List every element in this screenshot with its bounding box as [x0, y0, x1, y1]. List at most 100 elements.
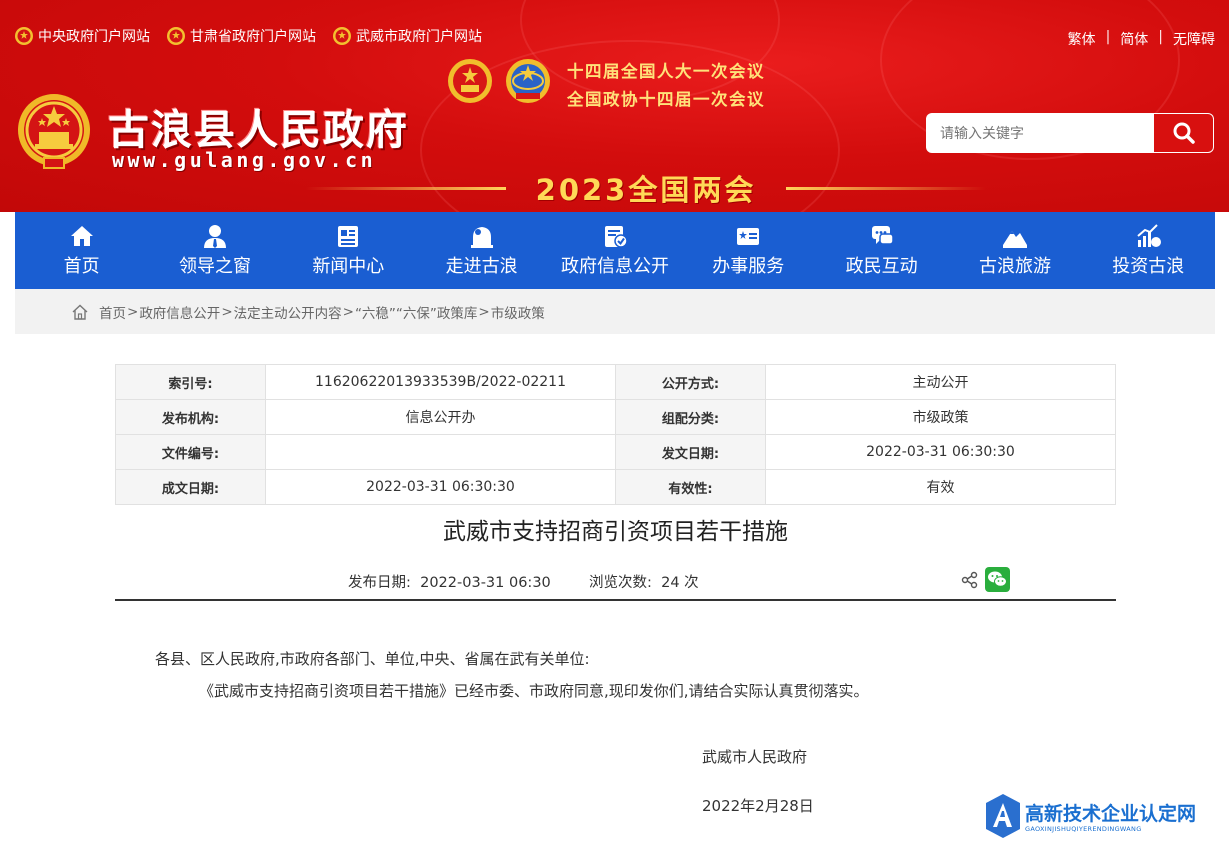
nav-item-investment[interactable]: 投资古浪 [1082, 212, 1215, 289]
nav-label: 领导之窗 [178, 256, 251, 277]
meeting-line-cppcc: 全国政协十四届一次会议 [567, 90, 765, 109]
watermark-main: 高新技术企业认定网 [1025, 803, 1197, 825]
signature-org: 武威市人民政府 [702, 748, 808, 766]
divider-line [306, 186, 506, 190]
site-title[interactable]: 古浪县人民政府 [108, 96, 409, 156]
meta-value: 有效 [765, 469, 1116, 505]
search-button[interactable] [1154, 113, 1214, 153]
newspaper-icon [338, 226, 359, 247]
npc-emblem-icon [448, 59, 492, 103]
wechat-icon[interactable] [985, 567, 1010, 592]
home-icon [70, 226, 93, 246]
toplink-wuwei-gov[interactable]: 武威市政府门户网站 [332, 26, 482, 46]
lianghui-text: 2023全国两会 [535, 173, 757, 207]
nav-item-about-gulang[interactable]: 走进古浪 [415, 212, 548, 289]
watermark: 高新技术企业认定网 GAOXINJISHUQIYERENDINGWANG [985, 791, 1229, 841]
id-card-icon [737, 228, 760, 245]
views-info: 浏览次数: 24 次 [589, 571, 699, 592]
meta-key: 公开方式: [615, 364, 766, 400]
meta-key: 组配分类: [615, 399, 766, 435]
nav-label: 走进古浪 [445, 256, 518, 277]
nav-label: 首页 [63, 256, 100, 277]
landmark-icon [470, 227, 493, 248]
header-banner: 中央政府门户网站 甘肃省政府门户网站 武威市政府门户网站 繁体 | 简体 | 无… [0, 0, 1229, 212]
meta-value [265, 434, 616, 470]
meta-key: 有效性: [615, 469, 766, 505]
document-check-icon [604, 226, 628, 248]
signature-date: 2022年2月28日 [702, 797, 814, 815]
divider-line [786, 186, 986, 190]
watermark-sub: GAOXINJISHUQIYERENDINGWANG [1025, 825, 1142, 833]
article-paragraph: 各县、区人民政府,市政府各部门、单位,中央、省属在武有关单位: [155, 650, 590, 668]
meta-value: 2022-03-31 06:30:30 [765, 434, 1116, 470]
nav-label: 古浪旅游 [978, 256, 1051, 277]
watermark-text: 高新技术企业认定网 GAOXINJISHUQIYERENDINGWANG [1025, 799, 1196, 833]
meta-value: 11620622013933539B/2022-02211 [265, 364, 616, 400]
meta-value: 信息公开办 [265, 399, 616, 435]
site-url: www.gulang.gov.cn [112, 148, 377, 172]
breadcrumb-item-statutory[interactable]: 法定主动公开内容 [234, 302, 342, 322]
main-nav: 首页 领导之窗 新闻中心 走进古浪 政府信息公开 办事服务 政民互动 古浪旅游 … [15, 212, 1215, 289]
breadcrumb-separator: > [342, 303, 354, 320]
lang-traditional[interactable]: 繁体 [1068, 29, 1096, 49]
toplink-central-gov[interactable]: 中央政府门户网站 [14, 26, 150, 46]
search-icon [1173, 122, 1195, 144]
home-outline-icon[interactable] [71, 303, 89, 321]
national-emblem-icon [167, 27, 185, 45]
growth-chart-icon [1137, 224, 1162, 247]
table-row: 索引号: 11620622013933539B/2022-02211 公开方式:… [115, 364, 1116, 400]
nav-item-home[interactable]: 首页 [15, 212, 148, 289]
top-links: 中央政府门户网站 甘肃省政府门户网站 武威市政府门户网站 [14, 26, 482, 46]
meta-value: 主动公开 [765, 364, 1116, 400]
meeting-lines: 十四届全国人大一次会议 全国政协十四届一次会议 [567, 58, 765, 114]
national-emblem-logo[interactable] [15, 92, 93, 172]
views-label: 浏览次数: [589, 575, 652, 591]
nav-item-gov-info[interactable]: 政府信息公开 [548, 212, 681, 289]
breadcrumb-item-gov-info[interactable]: 政府信息公开 [139, 302, 220, 322]
article-title: 武威市支持招商引资项目若干措施 [443, 519, 788, 545]
search-input[interactable] [926, 113, 1154, 153]
breadcrumb-separator: > [478, 303, 490, 320]
nav-label: 办事服务 [712, 256, 785, 277]
toplink-label: 武威市政府门户网站 [356, 29, 482, 45]
table-row: 成文日期: 2022-03-31 06:30:30 有效性: 有效 [115, 469, 1116, 505]
cppcc-emblem-icon [506, 59, 550, 103]
breadcrumb-separator: > [221, 303, 233, 320]
meta-value: 市级政策 [765, 399, 1116, 435]
meta-key: 发文日期: [615, 434, 766, 470]
meeting-emblems [446, 57, 552, 105]
toplink-gansu-gov[interactable]: 甘肃省政府门户网站 [166, 26, 316, 46]
meta-key: 成文日期: [115, 469, 266, 505]
views-unit: 次 [684, 575, 699, 591]
search-box [926, 113, 1214, 153]
table-row: 文件编号: 发文日期: 2022-03-31 06:30:30 [115, 434, 1116, 470]
meta-key: 发布机构: [115, 399, 266, 435]
table-row: 发布机构: 信息公开办 组配分类: 市级政策 [115, 399, 1116, 435]
breadcrumb-item-policy-lib[interactable]: “六稳”“六保”政策库 [355, 302, 477, 322]
publish-date: 2022-03-31 06:30 [420, 575, 551, 591]
share-icon[interactable] [961, 571, 979, 589]
nav-item-services[interactable]: 办事服务 [682, 212, 815, 289]
toplink-label: 甘肃省政府门户网站 [190, 29, 316, 45]
nav-item-news[interactable]: 新闻中心 [282, 212, 415, 289]
nav-item-leaders[interactable]: 领导之窗 [148, 212, 281, 289]
lang-separator: | [1105, 29, 1111, 45]
language-switch: 繁体 | 简体 | 无障碍 [1068, 29, 1215, 49]
national-emblem-icon [15, 27, 33, 45]
breadcrumb-item-city-policy[interactable]: 市级政策 [491, 302, 545, 322]
meeting-line-npc: 十四届全国人大一次会议 [567, 62, 765, 81]
publish-label: 发布日期: [348, 575, 411, 591]
breadcrumb-item-home[interactable]: 首页 [99, 302, 126, 322]
article-paragraph: 《武威市支持招商引资项目若干措施》已经市委、市政府同意,现印发你们,请结合实际认… [199, 682, 869, 700]
lang-simplified[interactable]: 简体 [1120, 29, 1148, 49]
nav-label: 政府信息公开 [560, 256, 669, 277]
nav-item-tourism[interactable]: 古浪旅游 [948, 212, 1081, 289]
meta-key: 文件编号: [115, 434, 266, 470]
nav-label: 投资古浪 [1112, 256, 1185, 277]
watermark-logo-icon [986, 794, 1020, 838]
breadcrumb: 首页 > 政府信息公开 > 法定主动公开内容 > “六稳”“六保”政策库 > 市… [15, 289, 1215, 334]
lianghui-banner: 2023全国两会 [306, 170, 986, 207]
nav-label: 新闻中心 [312, 256, 385, 277]
nav-item-interaction[interactable]: 政民互动 [815, 212, 948, 289]
lang-accessibility[interactable]: 无障碍 [1173, 29, 1215, 49]
